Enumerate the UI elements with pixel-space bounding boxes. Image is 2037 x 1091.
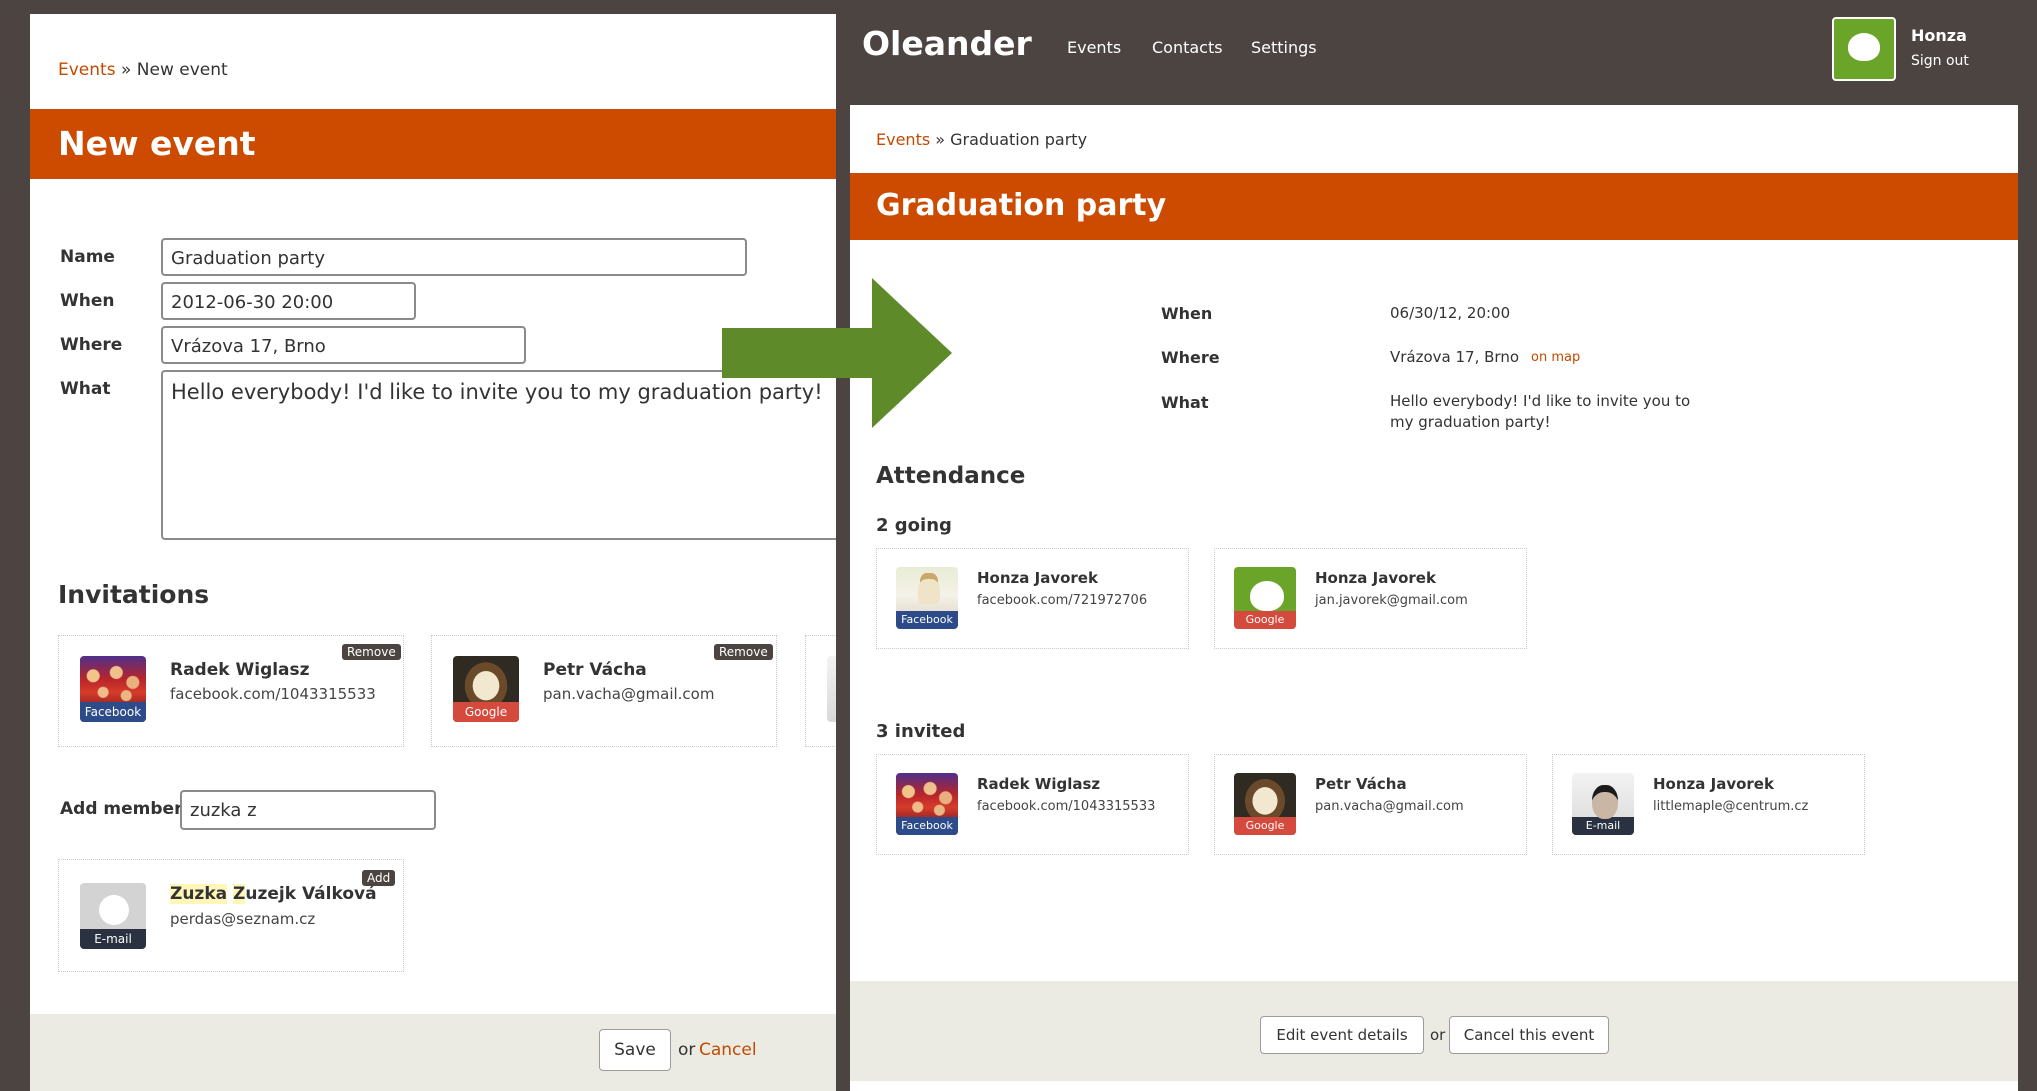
suggestion-card[interactable]: E-mail Zuzka Zuzejk Válková perdas@sezna… [58,859,404,972]
invitee-card: Google Petr Vácha pan.vacha@gmail.com [1214,754,1527,855]
add-member-label: Add member [60,799,183,819]
cancel-event-button[interactable]: Cancel this event [1449,1016,1609,1054]
breadcrumb-events-link[interactable]: Events [58,60,116,80]
source-badge: Facebook [896,611,958,629]
when-input[interactable]: 2012-06-30 20:00 [161,282,416,320]
event-page: Events » Graduation party Graduation par… [850,105,2018,1091]
where-label: Where [60,335,123,355]
attendance-heading: Attendance [876,463,1026,489]
invitee-card: Facebook Radek Wiglasz facebook.com/1043… [876,754,1189,855]
breadcrumb: Events » New event [58,60,228,80]
user-avatar-icon: Google [1234,773,1296,835]
cancel-link[interactable]: Cancel [699,1040,757,1060]
invitee-name: Honza Javorek [1653,775,1774,793]
invitee-name: Petr Vácha [1315,775,1407,793]
name-input[interactable]: Graduation party [161,238,747,276]
frame-edge [0,0,840,14]
event-detail-screen: Oleander Events Contacts Settings Honza … [836,0,2037,1091]
or-text: or [1430,1026,1446,1044]
sign-out-link[interactable]: Sign out [1911,53,1969,69]
going-count: 2 going [876,515,952,536]
invitee-name: Radek Wiglasz [170,660,310,680]
user-avatar-icon: Facebook [896,567,958,629]
invited-count: 3 invited [876,721,966,742]
suggestion-name: Zuzka Zuzejk Válková [170,884,377,904]
user-name: Honza [1911,26,1967,45]
attendee-contact: facebook.com/721972706 [977,593,1148,608]
form-footer: Save or Cancel [30,1014,840,1091]
suggestion-contact: perdas@seznam.cz [170,910,316,928]
breadcrumb-current: Graduation party [950,130,1088,149]
invitee-contact: pan.vacha@gmail.com [1315,799,1464,814]
source-badge: Google [453,702,519,722]
invitee-contact: facebook.com/1043315533 [977,799,1156,814]
when-label: When [1161,304,1213,323]
invitations-heading: Invitations [58,580,210,609]
user-avatar-icon: Facebook [80,656,146,722]
nav-settings[interactable]: Settings [1251,38,1317,57]
what-label: What [1161,393,1209,412]
invitee-name: Petr Vácha [543,660,647,680]
user-avatar-icon: Google [453,656,519,722]
name-label: Name [60,247,115,267]
invitation-card: Facebook Radek Wiglasz facebook.com/1043… [58,635,404,747]
invitee-name: Radek Wiglasz [977,775,1101,793]
invitation-card [805,635,840,747]
what-value-line-1: Hello everybody! I'd like to invite you … [1390,392,1691,410]
nav-contacts[interactable]: Contacts [1152,38,1223,57]
what-value-line-2: my graduation party! [1390,413,1551,431]
attendee-name: Honza Javorek [1315,569,1436,587]
nav-events[interactable]: Events [1067,38,1121,57]
source-badge: Google [1234,817,1296,835]
add-button[interactable]: Add [362,870,396,886]
remove-button[interactable]: Remove [342,644,401,660]
page-title-band: Graduation party [850,173,2018,240]
app-logo[interactable]: Oleander [862,24,1032,63]
new-event-screen: Events » New event New event Name Gradua… [0,0,840,1091]
invitee-contact: pan.vacha@gmail.com [543,685,715,703]
add-member-input[interactable]: zuzka z [180,790,436,830]
page-title: New event [58,124,256,163]
remove-button[interactable]: Remove [714,644,773,660]
page-title-band: New event [30,109,840,179]
on-map-link[interactable]: on map [1531,350,1580,365]
source-badge: Facebook [896,817,958,835]
breadcrumb-events-link[interactable]: Events [876,130,930,149]
source-badge: Google [1234,611,1296,629]
save-button[interactable]: Save [599,1029,671,1071]
invitee-contact: littlemaple@centrum.cz [1653,799,1809,814]
new-event-page: Events » New event New event Name Gradua… [30,14,840,1091]
attendee-card: Google Honza Javorek jan.javorek@gmail.c… [1214,548,1527,649]
frame-edge [0,0,30,1091]
when-value: 06/30/12, 20:00 [1390,304,1511,322]
attendee-contact: jan.javorek@gmail.com [1315,593,1468,608]
or-text: or [678,1040,696,1060]
what-label: What [60,379,111,399]
invitee-contact: facebook.com/1043315533 [170,685,376,703]
page-title: Graduation party [876,188,1167,223]
source-badge: E-mail [1572,817,1634,835]
invitee-card: E-mail Honza Javorek littlemaple@centrum… [1552,754,1865,855]
source-badge: Facebook [80,702,146,722]
where-value: Vrázova 17, Brno [1390,348,1520,366]
edit-event-button[interactable]: Edit event details [1260,1016,1424,1054]
attendee-card: Facebook Honza Javorek facebook.com/7219… [876,548,1189,649]
when-label: When [60,291,115,311]
user-avatar-icon: E-mail [1572,773,1634,835]
source-badge: E-mail [80,929,146,949]
breadcrumb: Events » Graduation party [876,130,1088,149]
invitation-card: Google Petr Vácha pan.vacha@gmail.com Re… [431,635,777,747]
user-avatar-icon: Facebook [896,773,958,835]
attendee-name: Honza Javorek [977,569,1098,587]
user-avatar-icon: E-mail [80,883,146,949]
where-input[interactable]: Vrázova 17, Brno [161,326,526,364]
user-avatar-icon: Google [1234,567,1296,629]
breadcrumb-current: New event [136,60,228,80]
user-avatar-icon[interactable] [1832,17,1896,81]
where-label: Where [1161,348,1220,367]
arrow-right-icon [722,278,952,428]
event-footer: Edit event details or Cancel this event [850,981,2018,1081]
